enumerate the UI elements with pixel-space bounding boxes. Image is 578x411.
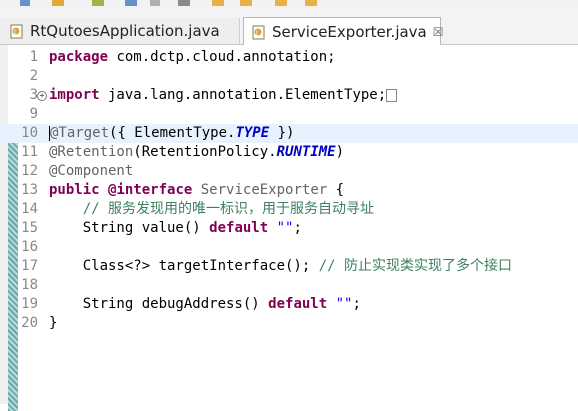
code-line[interactable]: 14 // 服务发现用的唯一标识，用于服务自动寻址 <box>0 200 578 219</box>
java-file-icon: J <box>10 23 24 39</box>
toolbar-icon[interactable] <box>52 0 64 6</box>
code-token: ({ ElementType. <box>109 125 236 141</box>
toolbar-icon[interactable] <box>240 0 252 6</box>
toolbar-icon[interactable] <box>275 0 287 6</box>
toolbar-icon[interactable] <box>20 0 30 6</box>
svg-text:J: J <box>255 29 258 36</box>
svg-text:J: J <box>13 29 16 36</box>
line-number: 16 <box>21 239 38 255</box>
code-token: }) <box>269 125 295 141</box>
line-number: 18 <box>21 277 38 293</box>
toolbar-icon[interactable] <box>150 0 160 6</box>
code-token: ; <box>293 220 302 236</box>
code-text: String value() default ""; <box>49 219 302 238</box>
code-line[interactable]: 3 + import java.lang.annotation.ElementTyp… <box>0 86 578 105</box>
code-text: Class<?> targetInterface(); // 防止实现类实现了多… <box>49 257 512 276</box>
code-token: { <box>327 182 345 198</box>
code-token: default <box>268 296 328 312</box>
tab-serviceexporter[interactable]: J ServiceExporter.java ☒ <box>243 17 444 45</box>
toolbar-icon[interactable] <box>305 0 317 6</box>
code-line[interactable]: 15 String value() default ""; <box>0 219 578 238</box>
code-token: ServiceExporter <box>200 182 328 198</box>
code-token: default <box>209 220 269 236</box>
code-token: public <box>49 182 100 198</box>
code-text: package com.dctp.cloud.annotation; <box>49 48 336 67</box>
code-token: "" <box>276 220 294 236</box>
code-token: @Target <box>50 125 110 141</box>
expand-fold-icon[interactable]: + <box>37 91 47 101</box>
code-token: TYPE <box>235 125 270 141</box>
toolbar-icon[interactable] <box>92 0 104 6</box>
code-line[interactable]: 10 @Target({ ElementType.TYPE }) <box>0 124 578 143</box>
code-editor[interactable]: 1 package com.dctp.cloud.annotation; 2 3 + im… <box>0 45 578 411</box>
code-text: @Retention(RetentionPolicy.RUNTIME) <box>49 143 344 162</box>
collapsed-region-box[interactable] <box>386 88 398 102</box>
code-line[interactable]: 13 public @interface ServiceExporter { <box>0 181 578 200</box>
code-token: java.lang.annotation.ElementType; <box>99 87 387 103</box>
code-line[interactable]: 12 @Component <box>0 162 578 181</box>
line-number: 14 <box>21 201 38 217</box>
line-number: 10 <box>21 125 38 141</box>
code-token: @Component <box>49 163 134 179</box>
code-text: @Target({ ElementType.TYPE }) <box>49 124 294 143</box>
tab-label: RtQutoesApplication.java <box>30 22 220 40</box>
editor-tab-bar: J RtQutoesApplication.java J ServiceExpo… <box>0 8 578 45</box>
code-token: com.dctp.cloud.annotation; <box>108 49 336 65</box>
code-token: // 防止实现类实现了多个接口 <box>318 258 513 274</box>
code-token: String debugAddress() <box>49 296 269 312</box>
code-line[interactable]: 16 <box>0 238 578 257</box>
code-line[interactable]: 17 Class<?> targetInterface(); // 防止实现类实… <box>0 257 578 276</box>
code-token: package <box>49 49 109 65</box>
line-number: 3 <box>29 87 38 103</box>
code-text: public @interface ServiceExporter { <box>49 181 344 200</box>
code-token: String value() <box>49 220 210 236</box>
code-token: (RetentionPolicy. <box>133 144 277 160</box>
tab-rtqutoesapplication[interactable]: J RtQutoesApplication.java <box>0 18 240 44</box>
line-number: 12 <box>21 163 38 179</box>
code-text: import java.lang.annotation.ElementType; <box>49 86 398 105</box>
close-icon[interactable]: ☒ <box>433 25 444 39</box>
code-line[interactable]: 9 <box>0 105 578 124</box>
line-number: 13 <box>21 182 38 198</box>
code-token: @Retention <box>49 144 134 160</box>
toolbar-icon[interactable] <box>125 0 137 6</box>
code-token: RUNTIME <box>276 144 336 160</box>
code-token: } <box>49 315 58 331</box>
code-line[interactable]: 18 <box>0 276 578 295</box>
line-number: 11 <box>21 144 38 160</box>
line-number: 19 <box>21 296 38 312</box>
code-text: @Component <box>49 162 133 181</box>
toolbar-icon[interactable] <box>178 0 190 6</box>
code-line[interactable]: 11 @Retention(RetentionPolicy.RUNTIME) <box>0 143 578 162</box>
code-token: "" <box>335 296 353 312</box>
code-token: ; <box>352 296 361 312</box>
code-text: } <box>49 314 57 333</box>
toolbar <box>0 0 578 8</box>
code-token: // 服务发现用的唯一标识，用于服务自动寻址 <box>49 201 374 217</box>
code-line[interactable]: 19 String debugAddress() default ""; <box>0 295 578 314</box>
line-number: 15 <box>21 220 38 236</box>
java-file-icon: J <box>252 24 266 40</box>
code-line[interactable]: 1 package com.dctp.cloud.annotation; <box>0 48 578 67</box>
code-line[interactable]: 20} <box>0 314 578 333</box>
toolbar-icon[interactable] <box>212 0 224 6</box>
code-token: Class<?> targetInterface(); <box>49 258 319 274</box>
code-token: ) <box>335 144 345 160</box>
line-number: 9 <box>29 106 38 122</box>
code-line[interactable]: 2 <box>0 67 578 86</box>
code-token: import <box>49 87 100 103</box>
code-token: @interface <box>108 182 193 198</box>
line-number: 1 <box>29 49 38 65</box>
line-number: 2 <box>29 68 38 84</box>
tab-label: ServiceExporter.java <box>272 22 427 41</box>
line-number: 20 <box>21 315 38 331</box>
code-text: String debugAddress() default ""; <box>49 295 361 314</box>
line-number: 17 <box>21 258 38 274</box>
code-text: // 服务发现用的唯一标识，用于服务自动寻址 <box>49 200 374 219</box>
